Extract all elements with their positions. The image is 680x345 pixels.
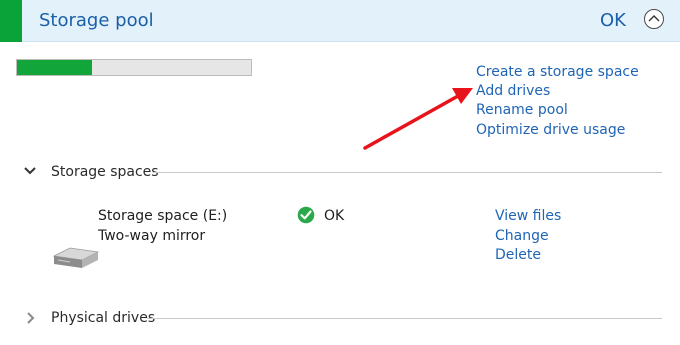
- capacity-bar: [16, 59, 252, 76]
- storage-space-resiliency: Two-way mirror: [98, 228, 206, 244]
- add-drives-link[interactable]: Add drives: [476, 82, 550, 100]
- change-link[interactable]: Change: [495, 227, 549, 245]
- chevron-up-icon: [648, 15, 660, 22]
- collapse-button[interactable]: [644, 9, 664, 29]
- rename-pool-link[interactable]: Rename pool: [476, 101, 568, 119]
- storage-pool-header[interactable]: Storage pool OK: [0, 0, 680, 42]
- section-divider: [147, 318, 662, 319]
- view-files-link[interactable]: View files: [495, 207, 561, 225]
- pool-status: OK: [600, 10, 626, 31]
- storage-pool-panel: Storage pool OK Create a storage space A…: [0, 0, 680, 345]
- capacity-bar-fill: [17, 60, 92, 75]
- physical-drives-label: Physical drives: [51, 310, 156, 326]
- optimize-drive-usage-link[interactable]: Optimize drive usage: [476, 121, 625, 139]
- drive-icon: [52, 247, 100, 268]
- chevron-right-icon: [27, 312, 35, 324]
- create-storage-space-link[interactable]: Create a storage space: [476, 63, 639, 81]
- pool-title: Storage pool: [39, 10, 154, 31]
- status-accent-bar: [0, 0, 22, 42]
- chevron-down-icon: [24, 167, 36, 175]
- delete-link[interactable]: Delete: [495, 246, 541, 264]
- physical-drives-section-header[interactable]: Physical drives: [0, 308, 680, 328]
- storage-space-status: OK: [324, 208, 345, 224]
- storage-spaces-label: Storage spaces: [51, 164, 159, 180]
- storage-spaces-section-header[interactable]: Storage spaces: [0, 162, 680, 182]
- storage-space-name: Storage space (E:): [98, 208, 228, 224]
- check-circle-icon: [297, 206, 315, 224]
- section-divider: [153, 172, 662, 173]
